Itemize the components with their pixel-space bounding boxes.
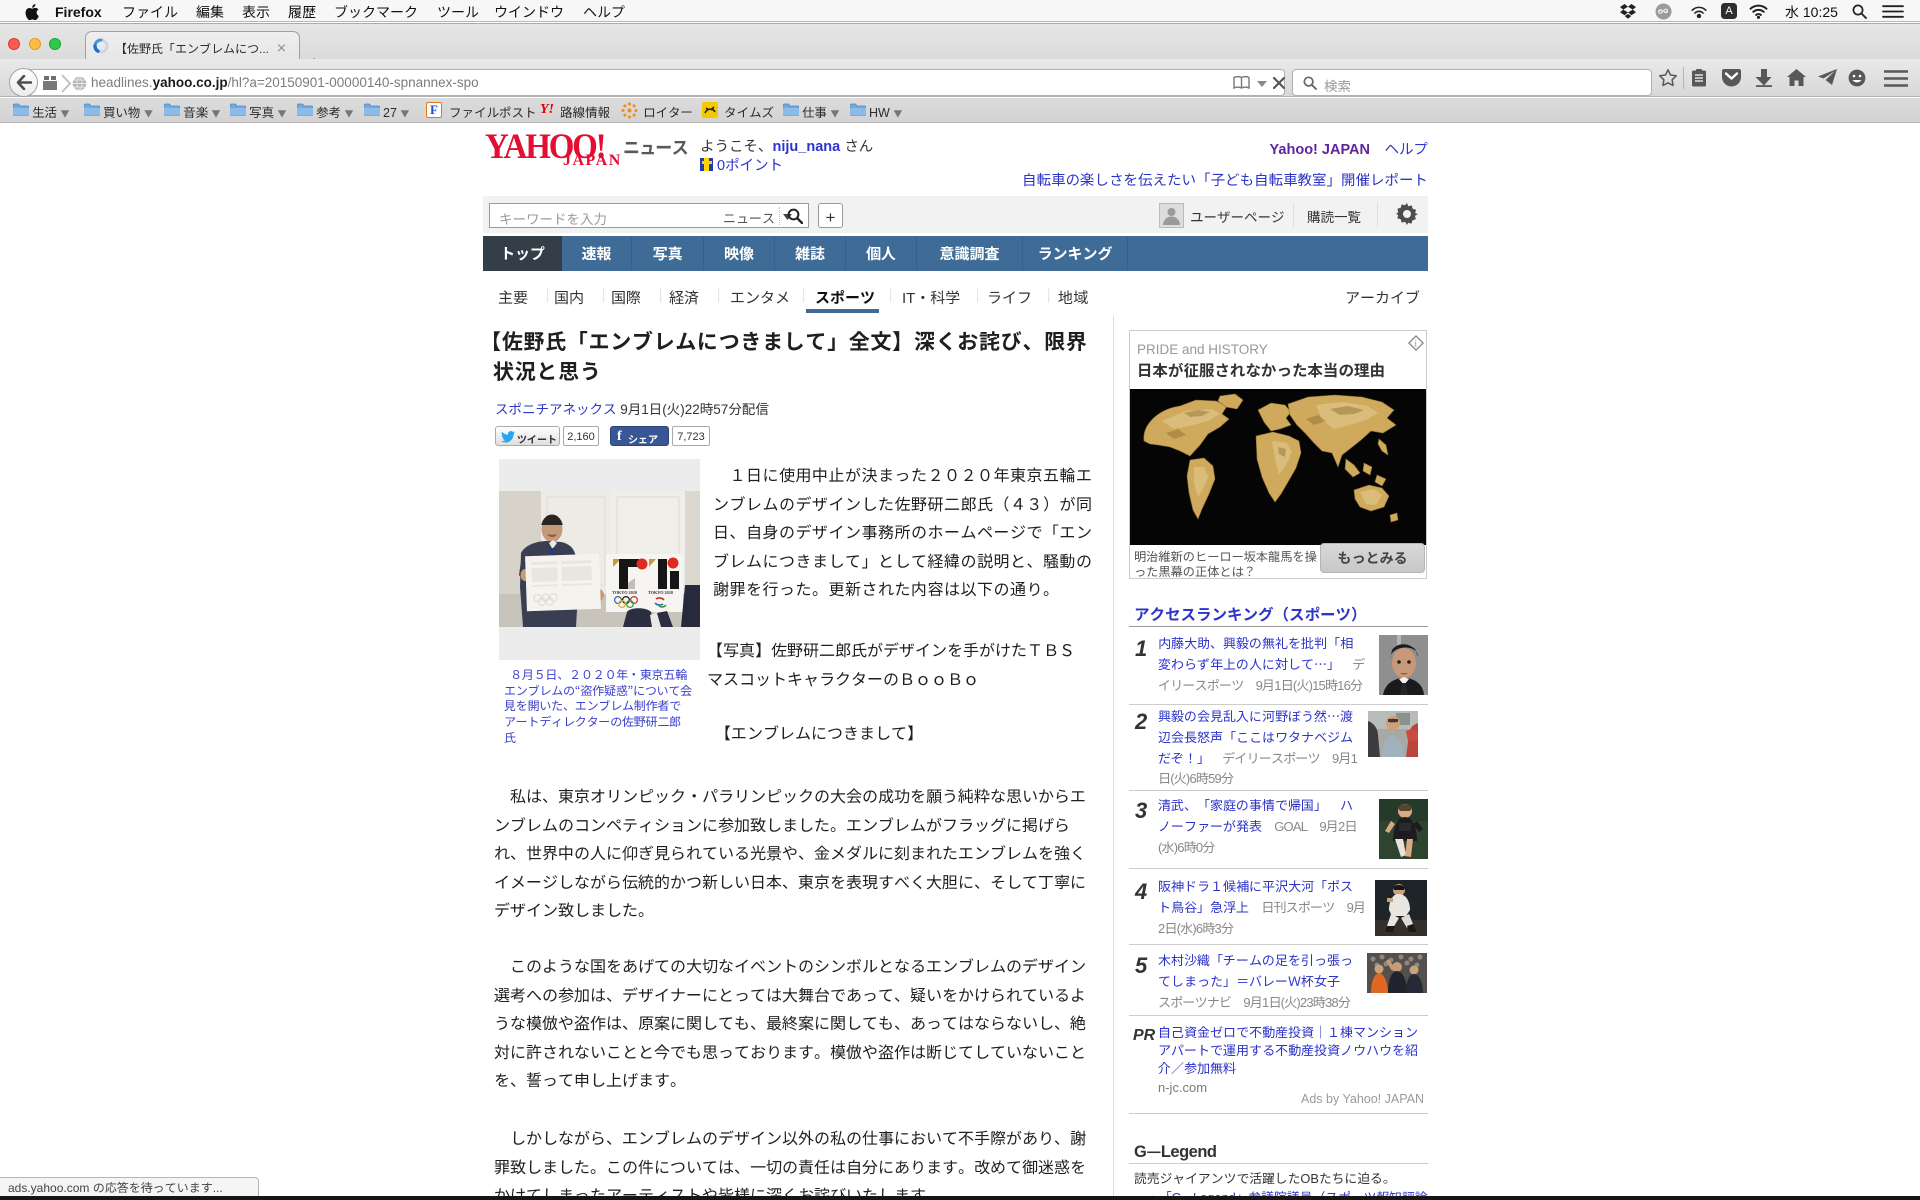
svg-text:TOKYO 2020: TOKYO 2020: [612, 590, 637, 595]
svg-text:i: i: [1415, 339, 1418, 349]
svg-text:TOKYO 2020: TOKYO 2020: [648, 590, 673, 595]
